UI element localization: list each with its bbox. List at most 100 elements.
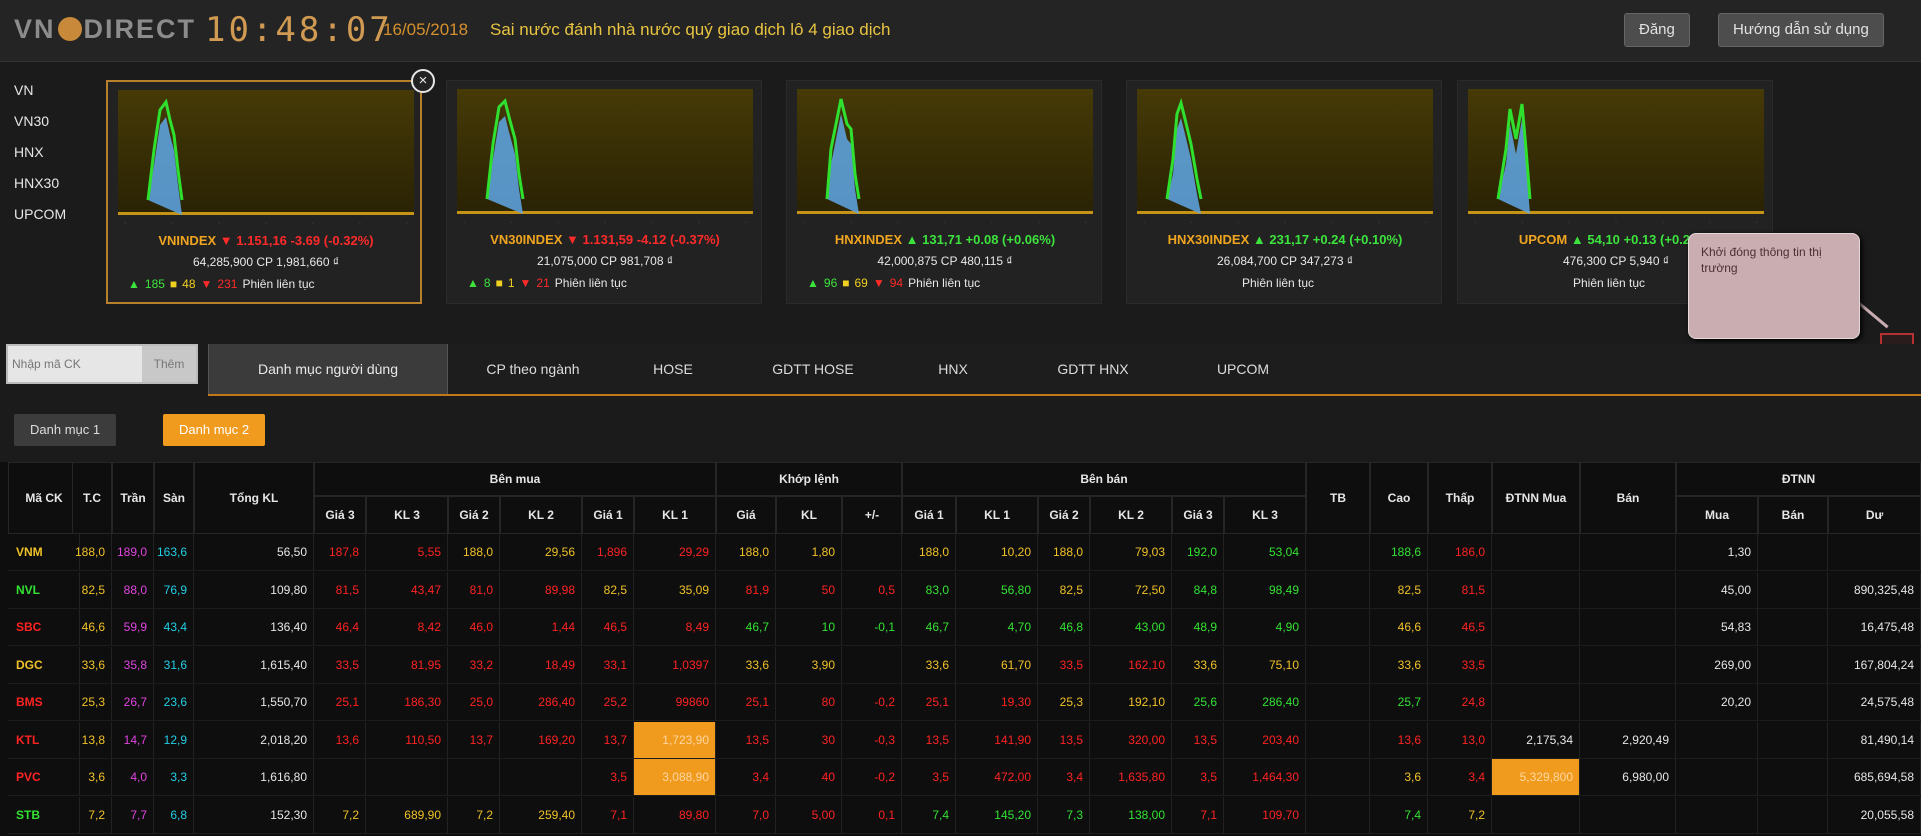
cell-floor: 76,9 — [154, 571, 194, 609]
cell-p2 — [448, 759, 500, 796]
index-list-item[interactable]: UPCOM — [14, 204, 66, 235]
cell-ref: 82,5 — [72, 571, 112, 609]
search-add-button[interactable]: Thêm — [142, 346, 196, 382]
table-row[interactable]: STB 7,2 7,7 6,8 152,30 7,2 689,90 7,2 259,40 7,1 8… — [0, 796, 1921, 834]
cell-sp3: 84,8 — [1172, 571, 1224, 609]
cell-low: 46,5 — [1428, 609, 1492, 646]
cell-ceil: 4,0 — [112, 759, 154, 796]
arrow-up-icon: ▲ — [807, 276, 819, 290]
index-list-item[interactable]: VN — [14, 80, 66, 111]
login-button[interactable]: Đăng — [1624, 13, 1690, 47]
tab-gdtt-hose[interactable]: GDTT HOSE — [738, 344, 888, 394]
cell-sp2: 33,5 — [1038, 646, 1090, 684]
session-status: Phiên liên tục — [1242, 276, 1315, 290]
cell-low: 3,4 — [1428, 759, 1492, 796]
cell-low: 81,5 — [1428, 571, 1492, 609]
cell-room: 24,575,48 — [1828, 684, 1921, 721]
cell-ceil: 7,7 — [112, 796, 154, 834]
arrow-up-icon: ▲ — [128, 277, 140, 291]
table-row[interactable]: KTL 13,8 14,7 12,9 2,018,20 13,6 110,50 13,7 169… — [0, 721, 1921, 759]
cell-ceil: 59,9 — [112, 609, 154, 646]
table-row[interactable]: PVC 3,6 4,0 3,3 1,616,80 3,5 3,088,90 3,4 40 -0,2… — [0, 759, 1921, 796]
index-name: HNXINDEX — [834, 232, 903, 247]
tab-upcom[interactable]: UPCOM — [1178, 344, 1308, 394]
index-list-item[interactable]: HNX30 — [14, 173, 66, 204]
cell-tb — [1306, 684, 1370, 721]
arrow-down-icon: ▼ — [872, 276, 885, 290]
cell-sp3: 25,6 — [1172, 684, 1224, 721]
cell-code[interactable]: SBC — [8, 609, 80, 646]
cell-ceil: 35,8 — [112, 646, 154, 684]
cell-p1: 25,2 — [582, 684, 634, 721]
time-axis: · · · · · · · — [1143, 219, 1427, 226]
cell-p1: 33,1 — [582, 646, 634, 684]
table-row[interactable]: DGC 33,6 35,8 31,6 1,615,40 33,5 81,95 33,2 18,4… — [0, 646, 1921, 684]
tab-gdtt-hnx[interactable]: GDTT HNX — [1018, 344, 1168, 394]
cell-sv1: 141,90 — [956, 721, 1038, 759]
cell-total: 152,30 — [194, 796, 314, 834]
column-header-nbuy: Mua — [1676, 496, 1758, 534]
tab-hnx[interactable]: HNX — [898, 344, 1008, 394]
table-row[interactable]: VNM 188,0 189,0 163,6 56,50 187,8 5,55 188,0 29,… — [0, 534, 1921, 571]
cell-sv2: 72,50 — [1090, 571, 1172, 609]
table-row[interactable]: NVL 82,5 88,0 76,9 109,80 81,5 43,47 81,0 89,98 8… — [0, 571, 1921, 609]
cell-p3: 187,8 — [314, 534, 366, 571]
cell-nsell — [1758, 759, 1828, 796]
cell-p3: 33,5 — [314, 646, 366, 684]
column-header-p3: Giá 3 — [314, 496, 366, 534]
cell-v2: 18,49 — [500, 646, 582, 684]
cell-tb — [1306, 646, 1370, 684]
cell-nbuy — [1676, 721, 1758, 759]
cell-mv: 1,80 — [776, 534, 842, 571]
index-name: UPCOM — [1518, 232, 1568, 247]
cell-room: 20,055,58 — [1828, 796, 1921, 834]
table-row[interactable]: SBC 46,6 59,9 43,4 136,40 46,4 8,42 46,0 1,44 46,… — [0, 609, 1921, 646]
index-card-hnx30index[interactable]: · · · · · · · HNX30INDEX ▲ 231,17 +0.24 (+0.10%… — [1126, 80, 1442, 304]
guide-button[interactable]: Hướng dẫn sử dụng — [1718, 13, 1884, 47]
index-list-item[interactable]: HNX — [14, 142, 66, 173]
cell-low: 24,8 — [1428, 684, 1492, 721]
cell-sv3: 1,464,30 — [1224, 759, 1306, 796]
cell-v3: 8,42 — [366, 609, 448, 646]
index-card-vn30index[interactable]: · · · · · · · VN30INDEX ▼ 1.131,59 -4.12 (-0.37… — [446, 80, 762, 304]
unchanged-count: 1 — [507, 276, 515, 290]
cell-v2: 286,40 — [500, 684, 582, 721]
cell-nbuy — [1676, 796, 1758, 834]
time-axis: · · · · · · · — [1474, 219, 1758, 226]
cell-mp: 7,0 — [716, 796, 776, 834]
cell-code[interactable]: STB — [8, 796, 80, 834]
cell-floor: 12,9 — [154, 721, 194, 759]
tab-user-watchlist[interactable]: Danh mục người dùng — [208, 344, 448, 394]
column-header-chg: +/- — [842, 496, 902, 534]
session-status: Phiên liên tục — [1573, 276, 1646, 290]
cell-p3: 7,2 — [314, 796, 366, 834]
index-intraday-chart — [797, 89, 1093, 214]
cell-tb — [1306, 721, 1370, 759]
watchlist-2-button[interactable]: Danh mục 2 — [163, 414, 266, 446]
cell-sp2: 46,8 — [1038, 609, 1090, 646]
cell-sp3: 192,0 — [1172, 534, 1224, 571]
search-input[interactable] — [12, 352, 140, 376]
table-row[interactable]: BMS 25,3 26,7 23,6 1,550,70 25,1 186,30 25,0 286… — [0, 684, 1921, 721]
cell-code[interactable]: KTL — [8, 721, 80, 759]
index-card-hnxindex[interactable]: · · · · · · · HNXINDEX ▲ 131,71 +0.08 (+0.06%) 4… — [786, 80, 1102, 304]
cell-ref: 33,6 — [72, 646, 112, 684]
column-header-sv2: KL 2 — [1090, 496, 1172, 534]
close-icon[interactable]: × — [411, 69, 435, 93]
watchlist-1-button[interactable]: Danh mục 1 — [14, 414, 117, 446]
logo: VN DIRECT — [14, 14, 197, 44]
index-card-vnindex[interactable]: · · · · · · · VNINDEX ▼ 1.151,16 -3.69 (-0.32%)… — [106, 80, 422, 304]
index-list-item[interactable]: VN30 — [14, 111, 66, 142]
cell-code[interactable]: PVC — [8, 759, 80, 796]
tab-by-sector[interactable]: CP theo ngành — [458, 344, 608, 394]
cell-v3: 81,95 — [366, 646, 448, 684]
cell-floor: 23,6 — [154, 684, 194, 721]
cell-code[interactable]: NVL — [8, 571, 80, 609]
tooltip-pointer — [1856, 300, 1889, 329]
cell-code[interactable]: VNM — [8, 534, 80, 571]
cell-code[interactable]: BMS — [8, 684, 80, 721]
tab-hose[interactable]: HOSE — [618, 344, 728, 394]
cell-room: 16,475,48 — [1828, 609, 1921, 646]
cell-code[interactable]: DGC — [8, 646, 80, 684]
cell-v1: 3,088,90 — [634, 759, 716, 796]
